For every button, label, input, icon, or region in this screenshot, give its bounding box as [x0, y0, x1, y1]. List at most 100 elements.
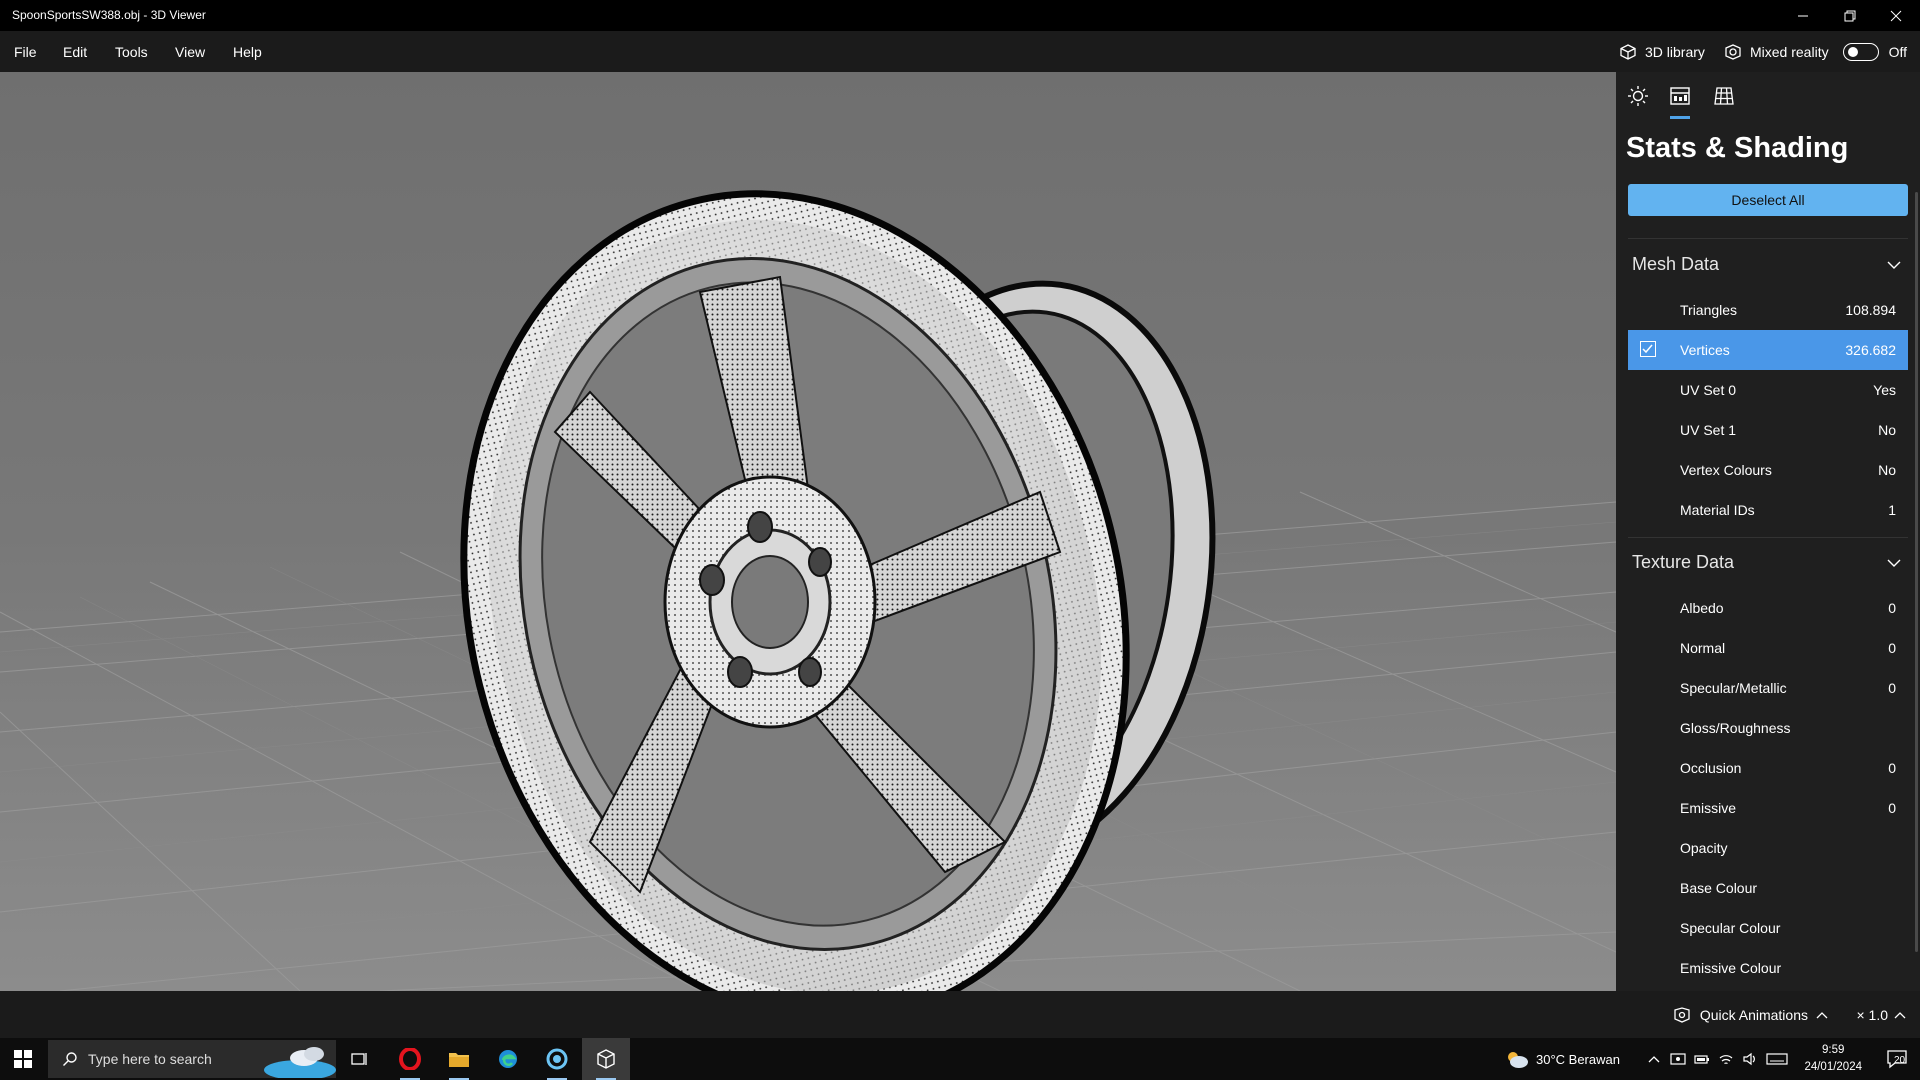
mesh-row-vertices[interactable]: Vertices 326.682	[1628, 330, 1908, 370]
close-icon	[1890, 10, 1902, 21]
divider	[1628, 537, 1908, 538]
taskbar-app-opera[interactable]	[386, 1038, 434, 1080]
battery-icon[interactable]	[1694, 1052, 1710, 1066]
mesh-data-header[interactable]: Mesh Data	[1628, 245, 1908, 285]
tab-stats-shading[interactable]	[1668, 84, 1692, 108]
row-value: 108.894	[1845, 302, 1896, 318]
texture-row-specular-metallic[interactable]: Specular/Metallic 0	[1628, 668, 1908, 708]
mesh-row-vertex-colours[interactable]: Vertex Colours No	[1628, 450, 1908, 490]
taskbar-app-explorer[interactable]	[435, 1038, 483, 1080]
mesh-row-uv-set-0[interactable]: UV Set 0 Yes	[1628, 370, 1908, 410]
3d-viewport[interactable]	[0, 72, 1616, 991]
library-button[interactable]: 3D library	[1619, 31, 1705, 72]
taskbar-app-3d-viewer[interactable]	[582, 1038, 630, 1080]
chevron-down-icon	[1887, 261, 1901, 269]
volume-icon[interactable]	[1742, 1052, 1758, 1066]
status-bar: Quick Animations × 1.0	[0, 991, 1920, 1038]
row-label: Base Colour	[1680, 880, 1758, 896]
deselect-all-button[interactable]: Deselect All	[1628, 184, 1908, 216]
taskbar: Type here to search 30°C Berawan 9:59 24…	[0, 1038, 1920, 1080]
texture-row-opacity[interactable]: Opacity	[1628, 828, 1908, 868]
row-label: Material IDs	[1680, 502, 1755, 518]
menu-tools[interactable]: Tools	[115, 44, 148, 60]
mesh-row-triangles[interactable]: Triangles 108.894	[1628, 290, 1908, 330]
grid-icon	[1714, 87, 1734, 105]
menu-view[interactable]: View	[175, 44, 205, 60]
mesh-row-uv-set-1[interactable]: UV Set 1 No	[1628, 410, 1908, 450]
texture-row-albedo[interactable]: Albedo 0	[1628, 588, 1908, 628]
scene-canvas	[0, 72, 1616, 991]
weather-widget[interactable]: 30°C Berawan	[1504, 1038, 1620, 1080]
search-highlight-image	[264, 1047, 336, 1078]
mixed-reality-icon	[1725, 43, 1741, 60]
speed-value: × 1.0	[1856, 1007, 1888, 1023]
row-value: No	[1878, 462, 1896, 478]
notification-center-button[interactable]: 20	[1886, 1048, 1908, 1070]
row-value: Yes	[1873, 382, 1896, 398]
active-tab-indicator	[1670, 116, 1690, 119]
chevron-up-icon	[1816, 1012, 1828, 1019]
meet-now-icon[interactable]	[1670, 1052, 1686, 1066]
row-label: UV Set 1	[1680, 422, 1737, 438]
texture-row-normal[interactable]: Normal 0	[1628, 628, 1908, 668]
task-view-button[interactable]	[336, 1038, 384, 1080]
row-value: 0	[1888, 600, 1896, 616]
taskbar-search-box[interactable]: Type here to search	[48, 1040, 336, 1078]
quick-animations-label: Quick Animations	[1699, 1007, 1808, 1023]
texture-row-base-colour[interactable]: Base Colour	[1628, 868, 1908, 908]
texture-data-header[interactable]: Texture Data	[1628, 543, 1908, 583]
tab-grid[interactable]	[1712, 84, 1736, 108]
notification-count: 20	[1894, 1055, 1906, 1066]
row-label: Specular Colour	[1680, 920, 1781, 936]
clock-date: 24/01/2024	[1804, 1061, 1862, 1073]
row-label: Vertex Colours	[1680, 462, 1772, 478]
stats-panel: Stats & Shading Deselect All Mesh Data T…	[1616, 72, 1920, 991]
mesh-row-material-ids[interactable]: Material IDs 1	[1628, 490, 1908, 530]
weather-text: 30°C Berawan	[1536, 1051, 1620, 1067]
cube-icon	[1620, 43, 1636, 60]
row-label: UV Set 0	[1680, 382, 1737, 398]
row-value: 0	[1888, 680, 1896, 696]
chevron-up-icon[interactable]	[1648, 1054, 1660, 1064]
texture-row-gloss-roughness[interactable]: Gloss/Roughness	[1628, 708, 1908, 748]
texture-row-specular-colour[interactable]: Specular Colour	[1628, 908, 1908, 948]
wifi-icon[interactable]	[1718, 1052, 1734, 1066]
windows-logo-icon	[14, 1050, 32, 1068]
taskbar-app-edge[interactable]	[484, 1038, 532, 1080]
menu-file[interactable]: File	[14, 44, 37, 60]
row-label: Vertices	[1680, 342, 1730, 358]
window-title: SpoonSportsSW388.obj - 3D Viewer	[12, 8, 206, 22]
restore-button[interactable]	[1827, 0, 1873, 31]
texture-row-emissive[interactable]: Emissive 0	[1628, 788, 1908, 828]
menu-edit[interactable]: Edit	[63, 44, 87, 60]
sun-icon	[1628, 86, 1648, 106]
stats-icon	[1670, 87, 1690, 105]
toggle-knob	[1847, 46, 1858, 57]
speed-control[interactable]: × 1.0	[1856, 1007, 1906, 1023]
texture-row-occlusion[interactable]: Occlusion 0	[1628, 748, 1908, 788]
row-label: Opacity	[1680, 840, 1728, 856]
panel-title: Stats & Shading	[1626, 132, 1849, 164]
keyboard-icon[interactable]	[1766, 1052, 1788, 1066]
menu-help[interactable]: Help	[233, 44, 262, 60]
minimize-button[interactable]	[1780, 0, 1826, 31]
search-placeholder: Type here to search	[88, 1051, 212, 1067]
texture-row-emissive-colour[interactable]: Emissive Colour	[1628, 948, 1908, 988]
row-label: Occlusion	[1680, 760, 1742, 776]
animation-icon	[1674, 1007, 1690, 1023]
title-bar: SpoonSportsSW388.obj - 3D Viewer	[0, 0, 1920, 31]
row-label: Emissive Colour	[1680, 960, 1782, 976]
quick-animations-button[interactable]: Quick Animations	[1672, 1007, 1828, 1023]
taskbar-app-browser[interactable]	[533, 1038, 581, 1080]
start-button[interactable]	[0, 1038, 46, 1080]
taskbar-clock[interactable]: 9:59 24/01/2024	[1804, 1042, 1862, 1076]
mixed-reality-toggle[interactable]	[1842, 42, 1879, 61]
panel-scrollbar[interactable]	[1915, 192, 1918, 952]
row-value: 326.682	[1845, 342, 1896, 358]
row-value: 0	[1888, 760, 1896, 776]
tab-lighting[interactable]	[1626, 84, 1650, 108]
close-button[interactable]	[1873, 0, 1919, 31]
search-icon	[63, 1052, 77, 1066]
cloud-sun-icon	[1508, 1052, 1528, 1068]
checkbox[interactable]	[1640, 341, 1656, 357]
